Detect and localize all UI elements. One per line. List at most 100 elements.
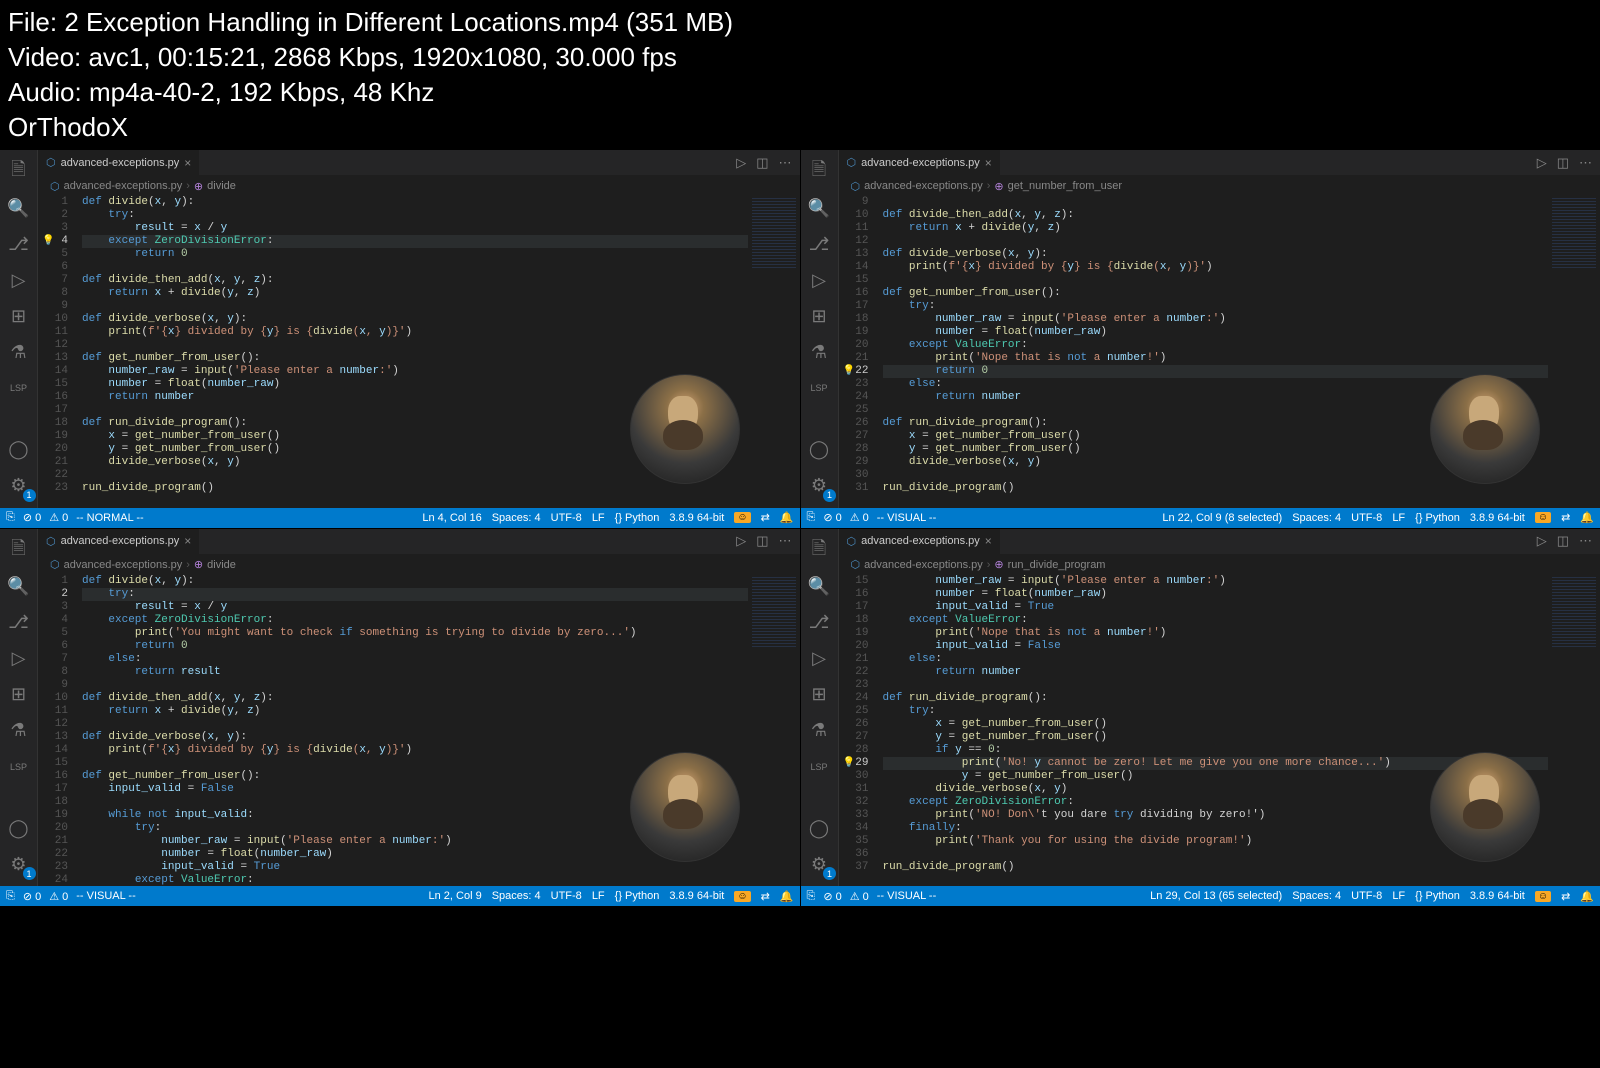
minimap[interactable] — [1548, 575, 1600, 887]
lsp-icon[interactable]: LSP — [0, 749, 38, 785]
search-icon[interactable]: 🔍 — [801, 190, 839, 226]
testing-icon[interactable]: ⚗ — [0, 713, 38, 749]
minimap[interactable] — [1548, 196, 1600, 508]
feedback-icon[interactable]: ⇄ — [1561, 511, 1570, 524]
close-tab-icon[interactable]: × — [184, 534, 191, 548]
run-debug-icon[interactable]: ▷ — [801, 262, 839, 298]
settings-icon[interactable]: ⚙ — [801, 468, 839, 504]
more-actions-icon[interactable]: ⋯ — [1579, 155, 1592, 171]
file-tab[interactable]: ⬡ advanced-exceptions.py × — [839, 150, 1000, 176]
more-actions-icon[interactable]: ⋯ — [779, 155, 792, 171]
split-editor-icon[interactable]: ◫ — [756, 533, 768, 549]
indentation[interactable]: Spaces: 4 — [492, 512, 541, 524]
explorer-icon[interactable]: 🗎 — [0, 154, 38, 190]
lsp-icon[interactable]: LSP — [0, 370, 38, 406]
search-icon[interactable]: 🔍 — [0, 569, 38, 605]
eol[interactable]: LF — [592, 890, 605, 902]
file-tab[interactable]: ⬡ advanced-exceptions.py × — [839, 529, 1000, 555]
indentation[interactable]: Spaces: 4 — [1292, 890, 1341, 902]
indentation[interactable]: Spaces: 4 — [492, 890, 541, 902]
minimap[interactable] — [748, 196, 800, 508]
language-mode[interactable]: {} Python — [1415, 512, 1460, 524]
remote-icon[interactable]: ⎘ — [807, 511, 816, 524]
testing-icon[interactable]: ⚗ — [801, 334, 839, 370]
testing-icon[interactable]: ⚗ — [801, 713, 839, 749]
accounts-icon[interactable]: ◯ — [801, 432, 839, 468]
file-tab[interactable]: ⬡ advanced-exceptions.py × — [38, 529, 199, 555]
extensions-icon[interactable]: ⊞ — [0, 677, 38, 713]
breadcrumb[interactable]: ⬡ advanced-exceptions.py › ⊕ get_number_… — [839, 176, 1600, 196]
cursor-position[interactable]: Ln 2, Col 9 — [429, 890, 482, 902]
source-control-icon[interactable]: ⎇ — [0, 605, 38, 641]
settings-icon[interactable]: ⚙ — [0, 846, 38, 882]
settings-icon[interactable]: ⚙ — [801, 846, 839, 882]
status-warning-icon[interactable]: ☺ — [734, 512, 750, 523]
warnings-count[interactable]: ⚠ 0 — [49, 511, 68, 524]
split-editor-icon[interactable]: ◫ — [1557, 155, 1569, 171]
explorer-icon[interactable]: 🗎 — [801, 154, 839, 190]
language-mode[interactable]: {} Python — [1415, 890, 1460, 902]
source-control-icon[interactable]: ⎇ — [801, 605, 839, 641]
errors-count[interactable]: ⊘ 0 — [823, 890, 841, 903]
split-editor-icon[interactable]: ◫ — [1557, 533, 1569, 549]
breadcrumb[interactable]: ⬡ advanced-exceptions.py › ⊕ run_divide_… — [839, 555, 1600, 575]
warnings-count[interactable]: ⚠ 0 — [49, 890, 68, 903]
encoding[interactable]: UTF-8 — [551, 512, 582, 524]
remote-icon[interactable]: ⎘ — [807, 890, 816, 903]
cursor-position[interactable]: Ln 4, Col 16 — [422, 512, 481, 524]
run-file-icon[interactable]: ▷ — [1537, 533, 1547, 549]
eol[interactable]: LF — [1392, 890, 1405, 902]
errors-count[interactable]: ⊘ 0 — [23, 511, 41, 524]
warnings-count[interactable]: ⚠ 0 — [850, 890, 869, 903]
status-warning-icon[interactable]: ☺ — [734, 891, 750, 902]
extensions-icon[interactable]: ⊞ — [801, 298, 839, 334]
status-warning-icon[interactable]: ☺ — [1535, 891, 1551, 902]
accounts-icon[interactable]: ◯ — [801, 810, 839, 846]
remote-icon[interactable]: ⎘ — [6, 511, 15, 524]
close-tab-icon[interactable]: × — [184, 156, 191, 170]
run-file-icon[interactable]: ▷ — [736, 155, 746, 171]
explorer-icon[interactable]: 🗎 — [0, 533, 38, 569]
notification-bell-icon[interactable]: 🔔 — [780, 511, 794, 524]
errors-count[interactable]: ⊘ 0 — [823, 511, 841, 524]
file-tab[interactable]: ⬡ advanced-exceptions.py × — [38, 150, 199, 176]
source-control-icon[interactable]: ⎇ — [0, 226, 38, 262]
extensions-icon[interactable]: ⊞ — [801, 677, 839, 713]
close-tab-icon[interactable]: × — [985, 156, 992, 170]
run-debug-icon[interactable]: ▷ — [0, 641, 38, 677]
feedback-icon[interactable]: ⇄ — [761, 890, 770, 903]
eol[interactable]: LF — [592, 512, 605, 524]
run-file-icon[interactable]: ▷ — [736, 533, 746, 549]
eol[interactable]: LF — [1392, 512, 1405, 524]
more-actions-icon[interactable]: ⋯ — [1579, 533, 1592, 549]
lsp-icon[interactable]: LSP — [801, 370, 839, 406]
indentation[interactable]: Spaces: 4 — [1292, 512, 1341, 524]
source-control-icon[interactable]: ⎇ — [801, 226, 839, 262]
run-debug-icon[interactable]: ▷ — [0, 262, 38, 298]
python-version[interactable]: 3.8.9 64-bit — [1470, 890, 1525, 902]
python-version[interactable]: 3.8.9 64-bit — [669, 512, 724, 524]
minimap[interactable] — [748, 575, 800, 887]
run-file-icon[interactable]: ▷ — [1537, 155, 1547, 171]
language-mode[interactable]: {} Python — [615, 512, 660, 524]
language-mode[interactable]: {} Python — [615, 890, 660, 902]
encoding[interactable]: UTF-8 — [1351, 512, 1382, 524]
more-actions-icon[interactable]: ⋯ — [779, 533, 792, 549]
python-version[interactable]: 3.8.9 64-bit — [1470, 512, 1525, 524]
accounts-icon[interactable]: ◯ — [0, 432, 38, 468]
run-debug-icon[interactable]: ▷ — [801, 641, 839, 677]
accounts-icon[interactable]: ◯ — [0, 810, 38, 846]
breadcrumb[interactable]: ⬡ advanced-exceptions.py › ⊕ divide — [38, 555, 800, 575]
explorer-icon[interactable]: 🗎 — [801, 533, 839, 569]
close-tab-icon[interactable]: × — [985, 534, 992, 548]
split-editor-icon[interactable]: ◫ — [756, 155, 768, 171]
warnings-count[interactable]: ⚠ 0 — [850, 511, 869, 524]
encoding[interactable]: UTF-8 — [1351, 890, 1382, 902]
search-icon[interactable]: 🔍 — [0, 190, 38, 226]
settings-icon[interactable]: ⚙ — [0, 468, 38, 504]
extensions-icon[interactable]: ⊞ — [0, 298, 38, 334]
notification-bell-icon[interactable]: 🔔 — [1580, 511, 1594, 524]
notification-bell-icon[interactable]: 🔔 — [1580, 890, 1594, 903]
python-version[interactable]: 3.8.9 64-bit — [669, 890, 724, 902]
testing-icon[interactable]: ⚗ — [0, 334, 38, 370]
